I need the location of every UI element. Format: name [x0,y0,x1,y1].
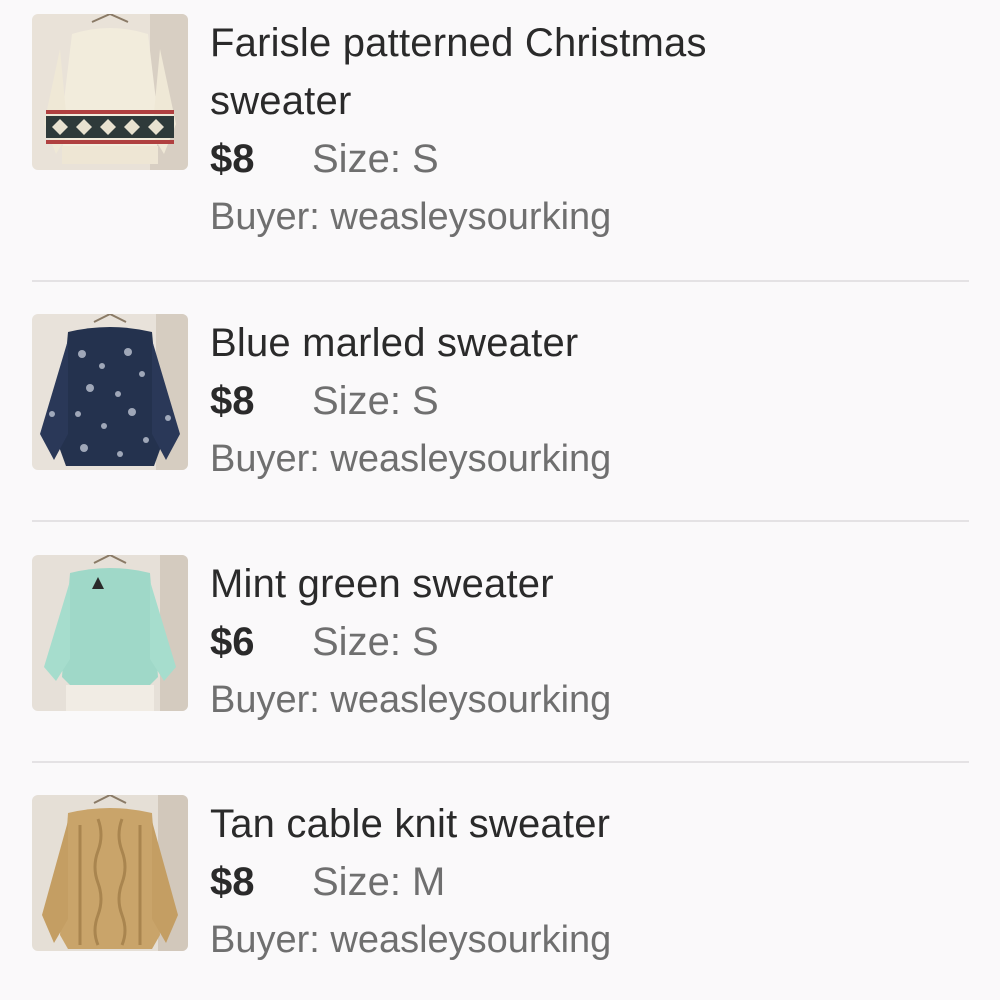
list-item-mint-sweater[interactable]: Mint green sweater $6 Size: S Buyer: weas… [32,555,969,745]
item-details: Mint green sweater $6 Size: S Buyer: weas… [210,555,950,729]
divider [32,761,969,763]
divider [32,520,969,522]
item-price: $8 [210,137,255,181]
item-buyer: Buyer: weasleysourking [210,196,612,238]
item-price-size-row: $8 Size: M [210,853,950,911]
item-details: Blue marled sweater $8 Size: S Buyer: wea… [210,314,950,488]
item-title: Mint green sweater [210,562,554,606]
item-price-size-row: $8 Size: S [210,130,950,188]
item-title: Farisle patterned Christmas sweater [210,14,950,130]
item-price: $8 [210,860,255,904]
divider [32,280,969,282]
item-buyer: Buyer: weasleysourking [210,679,612,721]
item-size: Size: S [312,137,439,181]
list-item-tan-sweater[interactable]: Tan cable knit sweater $8 Size: M Buyer: … [32,795,969,985]
item-price: $8 [210,379,255,423]
item-buyer: Buyer: weasleysourking [210,438,612,480]
item-title: Tan cable knit sweater [210,802,611,846]
item-price-size-row: $6 Size: S [210,613,950,671]
item-details: Tan cable knit sweater $8 Size: M Buyer: … [210,795,950,969]
item-size: Size: S [312,620,439,664]
item-size: Size: M [312,860,446,904]
item-details: Farisle patterned Christmas sweater $8 Si… [210,14,950,246]
item-buyer: Buyer: weasleysourking [210,919,612,961]
item-size: Size: S [312,379,439,423]
list-item-christmas-sweater[interactable]: Farisle patterned Christmas sweater $8 Si… [32,14,969,264]
item-title: Blue marled sweater [210,321,579,365]
item-title-line: Farisle patterned Christmas [210,21,707,65]
item-thumbnail[interactable] [32,314,188,470]
item-thumbnail[interactable] [32,555,188,711]
list-item-blue-sweater[interactable]: Blue marled sweater $8 Size: S Buyer: wea… [32,314,969,504]
item-price-size-row: $8 Size: S [210,372,950,430]
item-thumbnail[interactable] [32,14,188,170]
item-title-line: sweater [210,79,352,123]
item-price: $6 [210,620,255,664]
item-thumbnail[interactable] [32,795,188,951]
